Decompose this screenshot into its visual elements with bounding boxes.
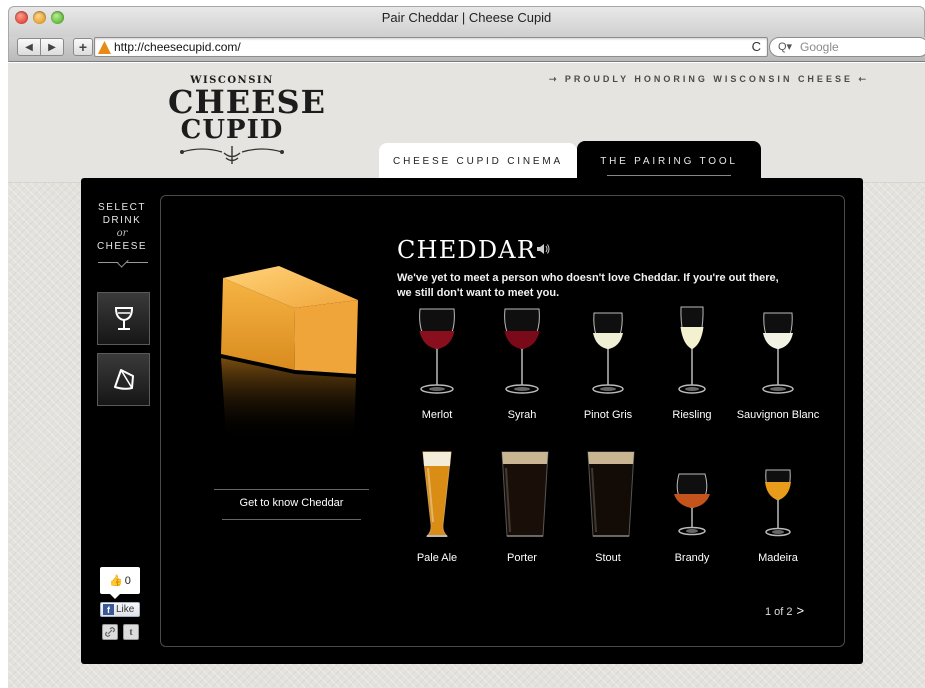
search-field[interactable]: Q▾ Google [769, 37, 925, 57]
tagline: ⇾ PROUDLY HONORING WISCONSIN CHEESE ⇽ [548, 74, 869, 84]
select-drink-button[interactable] [97, 292, 150, 345]
add-bookmark-button[interactable]: + [73, 38, 93, 56]
tab-cheese-cupid-cinema[interactable]: CHEESE CUPID CINEMA [379, 143, 577, 179]
page-content: WISCONSIN CHEESE CUPID ⇾ PROUDLY HONORIN… [8, 63, 925, 688]
drink-label: Madeira [758, 552, 798, 564]
tagline-right-ornament-icon: ⇽ [852, 74, 869, 84]
browser-titlebar: Pair Cheddar | Cheese Cupid [8, 6, 925, 37]
wine-glass-icon [114, 306, 133, 330]
tagline-left-ornament-icon: ⇾ [548, 74, 565, 84]
tab-pairing-tool[interactable]: THE PAIRING TOOL [577, 141, 761, 181]
drink-riesling[interactable]: Riesling [649, 305, 735, 425]
cheese-cupid-logo[interactable]: WISCONSIN CHEESE CUPID [168, 71, 325, 181]
window-title: Pair Cheddar | Cheese Cupid [381, 10, 552, 25]
drink-label: Syrah [507, 409, 537, 421]
url-text[interactable]: http://cheesecupid.com/ [114, 40, 241, 54]
twitter-icon[interactable]: t [123, 624, 139, 640]
drink-syrah[interactable]: Syrah [479, 305, 565, 425]
cheddar-cheese-image[interactable] [216, 266, 366, 456]
speaker-icon[interactable] [536, 243, 550, 255]
drink-label: Sauvignon Blanc [736, 409, 820, 421]
drink-label: Pinot Gris [583, 409, 633, 421]
chevron-down-icon [117, 256, 129, 268]
address-bar[interactable]: http://cheesecupid.com/ C [94, 37, 768, 57]
drink-stout[interactable]: Stout [565, 448, 651, 568]
cheese-description: We've yet to meet a person who doesn't l… [397, 272, 779, 299]
thumbs-up-icon: 👍 [109, 575, 123, 587]
drink-label: Brandy [674, 552, 710, 564]
drink-sauvignon-blanc[interactable]: Sauvignon Blanc [735, 305, 821, 425]
page-indicator: 1 of 2 [765, 606, 793, 618]
site-favicon-icon [98, 41, 111, 54]
share-link-icon[interactable] [102, 624, 118, 640]
cheese-title: CHEDDAR [397, 236, 537, 264]
drink-label: Pale Ale [416, 552, 458, 564]
drink-madeira[interactable]: Madeira [735, 448, 821, 568]
next-page-button[interactable]: > [797, 603, 805, 618]
pagination: 1 of 2 > [765, 603, 804, 618]
browser-toolbar: ◀ ▶ + http://cheesecupid.com/ C Q▾ Googl… [8, 37, 925, 62]
search-placeholder: Google [800, 40, 839, 54]
facebook-icon: f [103, 604, 114, 615]
drink-label: Riesling [672, 409, 712, 421]
drink-merlot[interactable]: Merlot [394, 305, 480, 425]
logo-flourish-icon [180, 146, 284, 164]
reload-button[interactable]: C [752, 39, 761, 54]
drink-label: Porter [507, 552, 537, 564]
drink-porter[interactable]: Porter [479, 448, 565, 568]
drink-brandy[interactable]: Brandy [649, 448, 735, 568]
get-to-know-cheddar-button[interactable]: Get to know Cheddar [214, 497, 369, 509]
select-cheese-button[interactable] [97, 353, 150, 406]
like-count-badge: 👍 0 [100, 567, 140, 599]
drink-pale-ale[interactable]: Pale Ale [394, 448, 480, 568]
get-to-know-button-frame: Get to know Cheddar [214, 489, 369, 525]
drink-label: Stout [595, 552, 621, 564]
drink-label: Merlot [421, 409, 453, 421]
cheese-wedge-icon [113, 368, 134, 390]
pairing-panel: SELECT DRINK or CHEESE 👍 0 f Like t Get … [81, 178, 863, 664]
drink-pinot-gris[interactable]: Pinot Gris [565, 305, 651, 425]
search-icon: Q▾ [778, 41, 793, 53]
back-button[interactable]: ◀ [17, 38, 41, 56]
forward-button[interactable]: ▶ [40, 38, 64, 56]
facebook-like-button[interactable]: f Like [100, 602, 140, 617]
select-drink-or-cheese-label: SELECT DRINK or CHEESE [96, 202, 148, 252]
